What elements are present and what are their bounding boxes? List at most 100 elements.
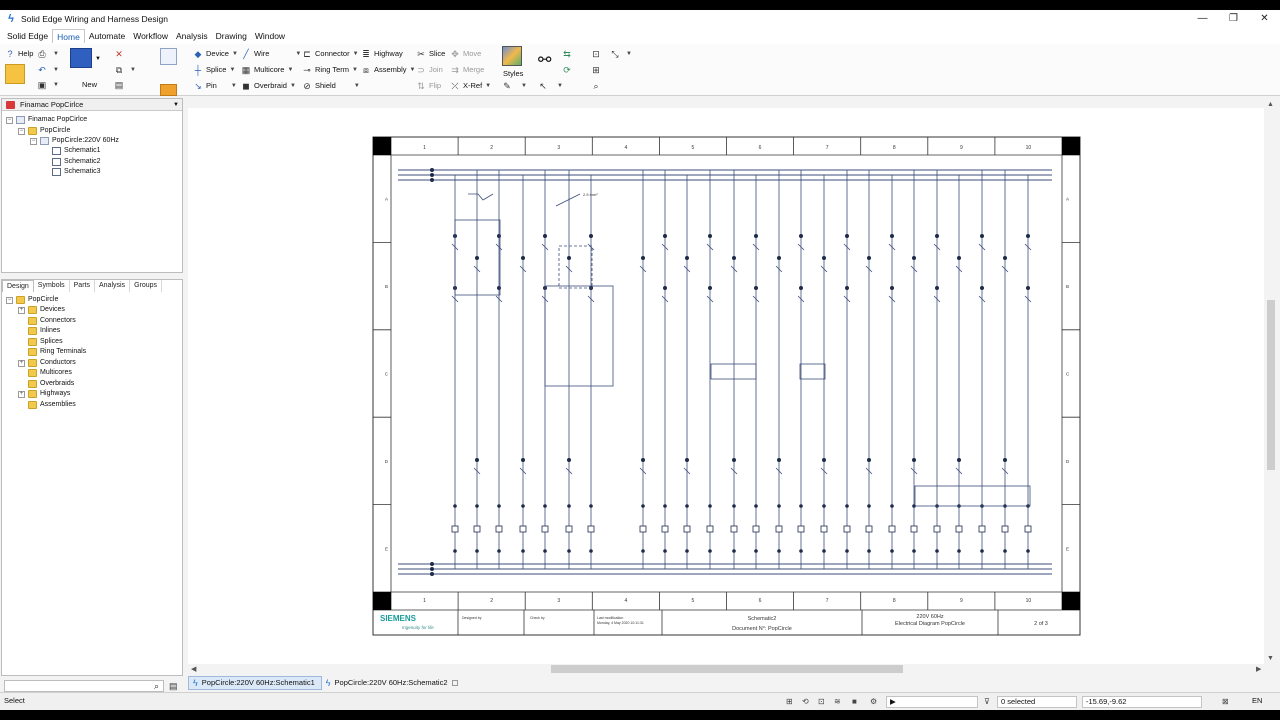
zoom-area-button[interactable]: ⊡ bbox=[591, 47, 604, 60]
tree-item-root[interactable]: − PopCircle bbox=[6, 295, 58, 305]
expand-icon[interactable]: + bbox=[18, 306, 25, 314]
tree-item-devices[interactable]: + Devices bbox=[18, 305, 65, 315]
vertical-scroll-thumb[interactable] bbox=[1267, 300, 1275, 470]
tree-item-connectors[interactable]: Connectors bbox=[28, 316, 76, 326]
doc-tab-schematic1[interactable]: ϟ PopCircle:220V 60Hz:Schematic1 bbox=[188, 676, 322, 690]
play-icon[interactable]: ▶ bbox=[890, 697, 896, 706]
restore-button[interactable]: ❐ bbox=[1218, 10, 1249, 28]
slice-button[interactable]: ✂ Slice bbox=[416, 47, 445, 60]
zoom-button[interactable]: ⌕ bbox=[591, 79, 604, 92]
undo-button[interactable]: ↶ ▼ bbox=[37, 63, 59, 76]
lock-icon[interactable]: ⊠ bbox=[1222, 697, 1229, 706]
drawing-canvas[interactable]: 1 2 3 4 5 6 7 8 9 10 1 2 3 4 5 6 7 8 9 10 AABBCCDDEE bbox=[188, 108, 1264, 664]
color-dropdown-icon[interactable]: ▼ bbox=[95, 52, 101, 65]
connector-button[interactable]: ⊏ Connector ▼ bbox=[302, 47, 358, 60]
tab-analysis[interactable]: Analysis bbox=[95, 280, 131, 292]
tree-item-splices[interactable]: Splices bbox=[28, 337, 63, 347]
scroll-right-icon[interactable]: ▶ bbox=[1256, 665, 1261, 673]
assembly-button[interactable]: ⧈ Assembly ▼ bbox=[361, 63, 415, 76]
layers-status-icon[interactable]: ≋ bbox=[834, 697, 841, 706]
rotate-icon[interactable]: ⟲ bbox=[802, 697, 809, 706]
horizontal-scroll-thumb[interactable] bbox=[551, 665, 903, 673]
copy-button[interactable]: ⧉ ▼ bbox=[114, 63, 136, 76]
refresh-button[interactable]: ⟳ bbox=[562, 63, 575, 76]
filter-status-icon[interactable]: ⊽ bbox=[984, 697, 990, 706]
paste-button[interactable]: ▣ ▼ bbox=[37, 78, 59, 91]
highway-button[interactable]: ≣ Highway bbox=[361, 47, 403, 60]
filter-icon[interactable]: ▤ bbox=[169, 681, 178, 692]
doc-tab-schematic2[interactable]: ϟ PopCircle:220V 60Hz:Schematic2 bbox=[322, 676, 464, 690]
properties-button[interactable]: ▤ bbox=[114, 78, 127, 91]
shield-button[interactable]: ⊘ Shield ▼ bbox=[302, 79, 360, 92]
tree-item-220v[interactable]: − PopCircle:220V 60Hz bbox=[30, 136, 119, 146]
splice-button[interactable]: ┼ Splice ▼ bbox=[193, 63, 236, 76]
scroll-up-icon[interactable]: ▲ bbox=[1267, 101, 1274, 108]
fit-icon[interactable]: ⊞ bbox=[786, 697, 793, 706]
scroll-down-icon[interactable]: ▼ bbox=[1267, 655, 1274, 662]
print-button[interactable]: ⎙ ▼ bbox=[37, 47, 59, 60]
tree-item-schematic3[interactable]: Schematic3 bbox=[52, 167, 101, 177]
find-button[interactable]: ⚯ bbox=[538, 50, 551, 70]
design-search-input[interactable] bbox=[4, 680, 164, 692]
overbraid-button[interactable]: ◼ Overbraid ▼ bbox=[241, 79, 296, 92]
menu-workflow[interactable]: Workflow bbox=[129, 29, 172, 43]
tree-item-highways[interactable]: + Highways bbox=[18, 389, 70, 399]
tree-item-conductors[interactable]: + Conductors bbox=[18, 358, 76, 368]
delete-button[interactable]: ✕ bbox=[114, 47, 127, 60]
tree-item-popcircle[interactable]: − PopCircle bbox=[18, 126, 70, 136]
menu-analysis[interactable]: Analysis bbox=[172, 29, 212, 43]
tree-item-multicores[interactable]: Multicores bbox=[28, 368, 72, 378]
multicore-button[interactable]: ▦ Multicore ▼ bbox=[241, 63, 294, 76]
styles-icon[interactable] bbox=[502, 46, 522, 66]
tree-item-schematic1[interactable]: Schematic1 bbox=[52, 146, 101, 156]
tab-design[interactable]: Design bbox=[2, 280, 34, 292]
pin-button[interactable]: ↘ Pin ▼ bbox=[193, 79, 237, 92]
collapse-icon[interactable]: − bbox=[18, 127, 25, 135]
tab-groups[interactable]: Groups bbox=[130, 280, 163, 292]
close-button[interactable]: ✕ bbox=[1249, 10, 1280, 28]
collapse-icon[interactable]: − bbox=[6, 116, 13, 124]
zoom-window-icon[interactable]: ⊡ bbox=[818, 697, 825, 706]
color-swatch-button[interactable] bbox=[70, 48, 92, 68]
device-button[interactable]: ◆ Device ▼ bbox=[193, 47, 238, 60]
search-icon[interactable]: ⌕ bbox=[154, 681, 159, 692]
scroll-left-icon[interactable]: ◀ bbox=[191, 665, 196, 673]
fit-view-button[interactable]: ⊞ bbox=[591, 63, 604, 76]
tree-item-ring-terminals[interactable]: Ring Terminals bbox=[28, 347, 86, 357]
tree-item-overbraids[interactable]: Overbraids bbox=[28, 379, 74, 389]
tab-symbols[interactable]: Symbols bbox=[34, 280, 70, 292]
menu-automate[interactable]: Automate bbox=[85, 29, 129, 43]
pen-button[interactable]: ✎ ▼ bbox=[502, 79, 527, 92]
new-button[interactable]: New bbox=[82, 78, 97, 91]
tree-item-finamac[interactable]: − Finamac PopCirlce bbox=[6, 115, 87, 125]
open-folder-icon[interactable] bbox=[5, 64, 25, 84]
pan-button[interactable]: ⤡ ▼ bbox=[610, 47, 632, 60]
play-field[interactable]: ▶ bbox=[886, 696, 978, 708]
tree-item-inlines[interactable]: Inlines bbox=[28, 326, 60, 336]
stop-icon[interactable]: ■ bbox=[852, 697, 857, 706]
tree-item-schematic2[interactable]: Schematic2 bbox=[52, 157, 101, 167]
expand-icon[interactable]: + bbox=[18, 359, 25, 367]
join-button[interactable]: ⊃ Join bbox=[416, 63, 443, 76]
close-tab-icon[interactable] bbox=[451, 680, 458, 686]
tree-item-assemblies[interactable]: Assemblies bbox=[28, 400, 76, 410]
expand-icon[interactable]: + bbox=[18, 390, 25, 398]
ring-term-button[interactable]: ⊸ Ring Term ▼ bbox=[302, 63, 358, 76]
sheet-icon[interactable] bbox=[160, 48, 177, 65]
menu-home[interactable]: Home bbox=[52, 29, 85, 43]
menu-window[interactable]: Window bbox=[251, 29, 289, 43]
move-button[interactable]: ✥ Move bbox=[450, 47, 481, 60]
settings-icon[interactable]: ⚙ bbox=[870, 697, 877, 706]
select-tool-button[interactable]: ↖ ▼ bbox=[538, 79, 563, 92]
merge-button[interactable]: ⇉ Merge bbox=[450, 63, 484, 76]
horizontal-scrollbar[interactable] bbox=[188, 664, 1264, 674]
project-selector[interactable]: Finamac PopCirlce ▼ bbox=[2, 99, 182, 111]
tab-parts[interactable]: Parts bbox=[70, 280, 95, 292]
collapse-icon[interactable]: − bbox=[6, 296, 13, 304]
flip-button[interactable]: ⇅ Flip bbox=[416, 79, 441, 92]
vertical-scrollbar[interactable] bbox=[1266, 108, 1276, 664]
collapse-icon[interactable]: − bbox=[30, 137, 37, 145]
layers-icon[interactable] bbox=[160, 84, 177, 96]
minimize-button[interactable]: — bbox=[1187, 10, 1218, 28]
menu-drawing[interactable]: Drawing bbox=[212, 29, 251, 43]
